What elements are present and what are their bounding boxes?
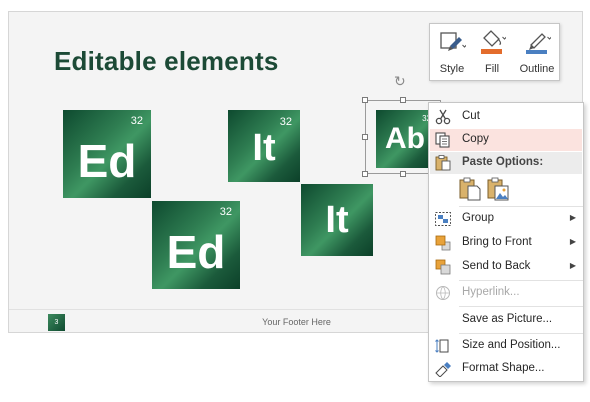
style-button[interactable]: Style <box>432 27 472 79</box>
submenu-arrow-icon: ▶ <box>569 261 576 270</box>
resize-handle-left[interactable] <box>362 134 368 140</box>
element-tile-it-1[interactable]: 32 It <box>228 110 300 182</box>
element-tile-ed-1[interactable]: 32 Ed <box>63 110 151 198</box>
tile-number: 32 <box>219 206 232 218</box>
element-tile-ed-2[interactable]: 32 Ed <box>152 201 240 289</box>
menu-separator <box>459 333 583 334</box>
menu-item-bring-to-front[interactable]: Bring to Front ▶ <box>430 232 582 254</box>
clipboard-icon <box>435 155 451 171</box>
menu-item-save-as-picture[interactable]: Save as Picture... <box>430 309 582 331</box>
outline-button[interactable]: Outline <box>514 27 560 79</box>
paste-as-picture-icon[interactable] <box>487 177 509 201</box>
style-label: Style <box>439 63 465 75</box>
menu-item-label: Size and Position... <box>462 339 561 351</box>
resize-handle-top[interactable] <box>400 97 406 103</box>
slide-title[interactable]: Editable elements <box>54 46 278 77</box>
resize-handle-bottom[interactable] <box>400 171 406 177</box>
resize-handle-top-left[interactable] <box>362 97 368 103</box>
element-tile-it-2[interactable]: It <box>301 184 373 256</box>
tile-symbol: Ed <box>77 135 137 187</box>
resize-handle-bottom-left[interactable] <box>362 171 368 177</box>
mini-toolbar: Style Fill Outline <box>429 23 560 81</box>
tile-symbol: It <box>325 199 349 241</box>
fill-label: Fill <box>484 63 500 75</box>
copy-icon <box>435 132 450 148</box>
send-to-back-icon <box>435 259 451 275</box>
menu-item-label: Cut <box>462 110 480 122</box>
menu-item-label: Bring to Front <box>462 236 532 248</box>
footer-text: Your Footer Here <box>262 317 331 327</box>
submenu-arrow-icon: ▶ <box>569 213 576 222</box>
menu-item-size-and-position[interactable]: Size and Position... <box>430 335 582 357</box>
paste-keep-formatting-icon[interactable] <box>459 177 481 201</box>
menu-item-label: Send to Back <box>462 260 531 272</box>
menu-item-label: Group <box>462 212 494 224</box>
menu-item-cut[interactable]: Cut <box>430 106 582 128</box>
format-shape-icon <box>435 362 451 377</box>
menu-item-group[interactable]: Group ▶ <box>430 208 582 230</box>
menu-item-label: Paste Options: <box>462 156 544 168</box>
group-icon <box>435 212 451 226</box>
menu-separator <box>459 206 583 207</box>
submenu-arrow-icon: ▶ <box>569 237 576 246</box>
size-position-icon <box>435 339 449 353</box>
menu-item-label: Format Shape... <box>462 362 545 374</box>
menu-separator <box>459 306 583 307</box>
menu-item-hyperlink: Hyperlink... <box>430 282 582 304</box>
menu-item-label: Hyperlink... <box>462 286 520 298</box>
tile-symbol: It <box>252 127 276 169</box>
paste-options-header: Paste Options: <box>430 152 582 174</box>
paint-bucket-icon <box>481 30 506 54</box>
menu-separator <box>459 280 583 281</box>
menu-item-send-to-back[interactable]: Send to Back ▶ <box>430 256 582 278</box>
menu-item-copy[interactable]: Copy <box>430 129 582 151</box>
fill-button[interactable]: Fill <box>472 27 512 79</box>
outline-label: Outline <box>519 63 555 75</box>
page-number-badge: 3 <box>48 314 65 331</box>
shape-outline-icon <box>526 33 551 54</box>
scissors-icon <box>435 109 451 125</box>
menu-item-label: Save as Picture... <box>462 313 553 325</box>
menu-item-format-shape[interactable]: Format Shape... <box>430 358 582 380</box>
hyperlink-icon <box>436 286 450 300</box>
tile-number: 32 <box>130 115 143 127</box>
context-menu: Cut Copy Paste Options: Group ▶ Bring to… <box>428 102 584 382</box>
menu-item-label: Copy <box>462 133 489 145</box>
rotate-handle-icon[interactable]: ↻ <box>394 74 408 88</box>
shape-style-icon <box>440 32 466 51</box>
tile-symbol: Ed <box>166 226 226 278</box>
bring-to-front-icon <box>435 235 451 251</box>
